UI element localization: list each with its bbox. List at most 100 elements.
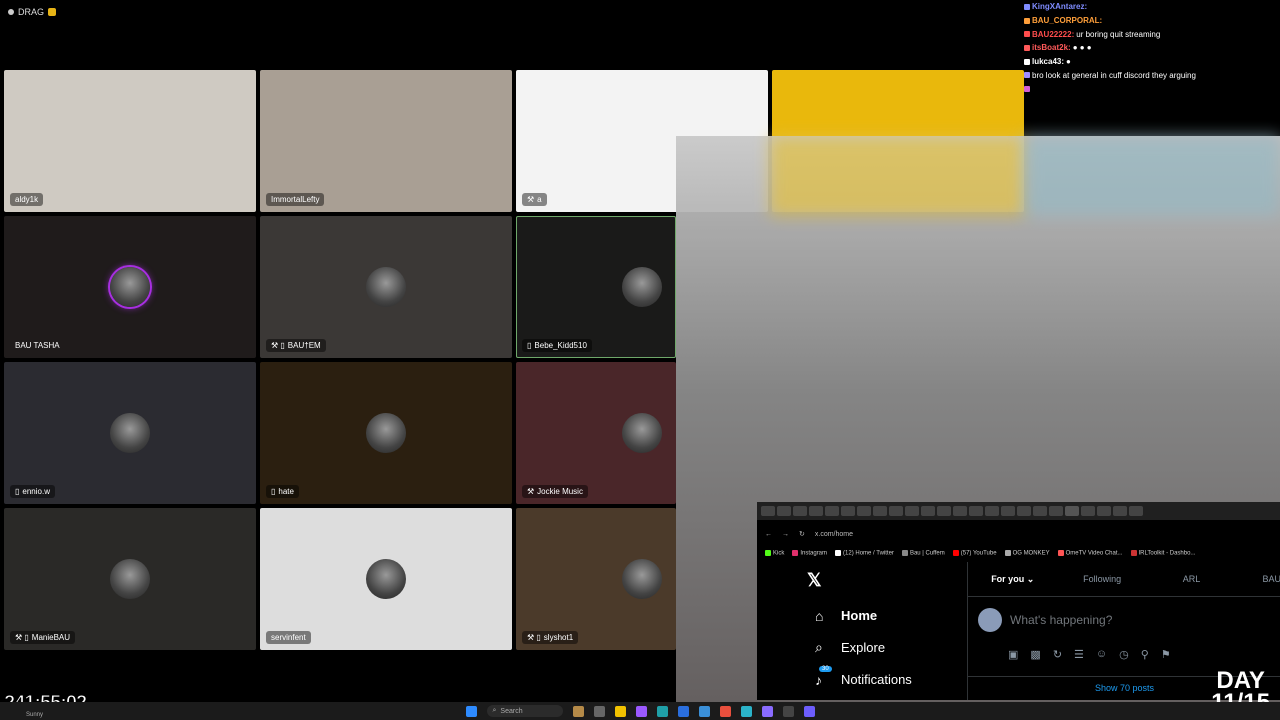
- browser-tab[interactable]: [1017, 506, 1031, 516]
- browser-tab[interactable]: [905, 506, 919, 516]
- tab-arl[interactable]: ARL: [1147, 574, 1236, 584]
- location-icon[interactable]: ⚲: [1141, 648, 1149, 661]
- participant-name: ImmortalLefty: [266, 193, 325, 206]
- weather-text: Sunny: [26, 712, 44, 718]
- browser-tab[interactable]: [1033, 506, 1047, 516]
- top-bar: DRAG: [0, 0, 308, 24]
- bell-icon: ♪: [815, 671, 822, 688]
- browser-tab[interactable]: [857, 506, 871, 516]
- bookmark-item[interactable]: Kick: [765, 549, 784, 556]
- participant-tile[interactable]: ▯ ennio.w: [4, 362, 256, 504]
- bookmark-item[interactable]: OG MONKEY: [1004, 549, 1050, 556]
- schedule-icon[interactable]: ◷: [1119, 648, 1129, 661]
- tab-bau[interactable]: BAU: [1236, 574, 1280, 584]
- nav-notifications[interactable]: ♪ 30 Notifications: [815, 666, 912, 688]
- browser-tab[interactable]: [825, 506, 839, 516]
- forward-icon[interactable]: →: [782, 531, 789, 538]
- app-icon[interactable]: [761, 705, 773, 717]
- browser-tab[interactable]: [953, 506, 967, 516]
- app-icon[interactable]: [698, 705, 710, 717]
- app-icon[interactable]: [572, 705, 584, 717]
- chat-username: itsBoat2k:: [1032, 43, 1071, 53]
- browser-tab[interactable]: [809, 506, 823, 516]
- participant-tile[interactable]: ImmortalLefty: [260, 70, 512, 212]
- browser-tab[interactable]: [1081, 506, 1095, 516]
- participant-tile[interactable]: ▯ hate: [260, 362, 512, 504]
- browser-tab[interactable]: [793, 506, 807, 516]
- participant-name: BAU TASHA: [15, 341, 60, 350]
- reload-icon[interactable]: ↻: [799, 530, 805, 538]
- browser-tab[interactable]: [1065, 506, 1079, 516]
- nav-home[interactable]: ⌂ Home: [815, 608, 877, 624]
- participant-tile[interactable]: ▯ Bebe_Kidd510: [516, 216, 676, 358]
- browser-tab[interactable]: [1097, 506, 1111, 516]
- windows-start-icon[interactable]: [465, 705, 477, 717]
- avatar: [622, 413, 662, 453]
- url-text[interactable]: x.com/home: [815, 531, 853, 538]
- x-logo[interactable]: 𝕏: [807, 570, 822, 591]
- avatar: [110, 413, 150, 453]
- participant-name: ⚒ ▯ BAU†EM: [266, 339, 326, 352]
- chat-username: BAU22222:: [1032, 29, 1075, 39]
- bookmark-item[interactable]: Bau | Cuffem: [901, 549, 945, 556]
- browser-tab[interactable]: [921, 506, 935, 516]
- media-icon[interactable]: [782, 705, 794, 717]
- home-icon: ⌂: [815, 607, 824, 624]
- browser-tab[interactable]: [1049, 506, 1063, 516]
- emoji-icon[interactable]: ☺: [1096, 648, 1107, 661]
- chrome-icon[interactable]: [719, 705, 731, 717]
- tab-following[interactable]: Following: [1057, 574, 1146, 584]
- status-icon: ⚒: [527, 487, 535, 496]
- browser-tab[interactable]: [873, 506, 887, 516]
- participant-name: ⚒ a: [522, 193, 547, 206]
- gif-icon[interactable]: ▩: [1030, 648, 1040, 661]
- edge-icon[interactable]: [656, 705, 668, 717]
- bookmark-item[interactable]: IRLToolkit - Dashbo...: [1130, 549, 1195, 556]
- participant-name: ▯ Bebe_Kidd510: [522, 339, 592, 352]
- browser-tab[interactable]: [841, 506, 855, 516]
- browser-tab[interactable]: [937, 506, 951, 516]
- poll-icon[interactable]: ☰: [1074, 648, 1084, 661]
- browser-tab[interactable]: [969, 506, 983, 516]
- badge-icon: [1024, 17, 1030, 24]
- nav-explore[interactable]: ⌕ Explore: [815, 639, 885, 655]
- participant-tile[interactable]: ⚒ ▯ ManieBAU: [4, 508, 256, 650]
- app-icon[interactable]: [677, 705, 689, 717]
- app-icon[interactable]: [740, 705, 752, 717]
- browser-tab[interactable]: [777, 506, 791, 516]
- bookmark-item[interactable]: (12) Home / Twitter: [835, 549, 894, 556]
- participant-tile[interactable]: aldy1k: [4, 70, 256, 212]
- avatar: [366, 267, 406, 307]
- participant-tile[interactable]: ⚒ ▯ BAU†EM: [260, 216, 512, 358]
- badge-icon: [1024, 3, 1030, 10]
- bookmark-item[interactable]: (57) YouTube: [952, 549, 997, 556]
- browser-tab[interactable]: [889, 506, 903, 516]
- browser-tab[interactable]: [761, 506, 775, 516]
- browser-tab[interactable]: [1129, 506, 1143, 516]
- flag-icon[interactable]: ⚑: [1161, 648, 1171, 661]
- browser-tab[interactable]: [1113, 506, 1127, 516]
- app-icon[interactable]: [593, 705, 605, 717]
- participant-tile[interactable]: ⚒ ▯ slyshot1: [516, 508, 676, 650]
- tab-for-you[interactable]: For you ⌄: [968, 574, 1057, 585]
- chat-text: ●: [1066, 57, 1071, 67]
- bookmark-item[interactable]: OmeTV Video Chat...: [1057, 549, 1123, 556]
- compose-box[interactable]: What's happening?: [978, 608, 1112, 632]
- x-sidebar: 𝕏 ⌂ Home ⌕ Explore ♪ 30 Notifications: [757, 562, 967, 700]
- app-icon[interactable]: [635, 705, 647, 717]
- participant-tile[interactable]: servinfent: [260, 508, 512, 650]
- participant-tile[interactable]: ⚒ Jockie Music: [516, 362, 676, 504]
- folder-icon[interactable]: [614, 705, 626, 717]
- image-icon[interactable]: ▣: [1008, 648, 1018, 661]
- participant-tile[interactable]: BAU TASHA: [4, 216, 256, 358]
- browser-tab[interactable]: [1001, 506, 1015, 516]
- search-box[interactable]: ⌕ Search: [486, 705, 563, 717]
- back-icon[interactable]: ←: [765, 531, 772, 538]
- app-icon[interactable]: [803, 705, 815, 717]
- avatar: [110, 559, 150, 599]
- participant-name: servinfent: [266, 631, 311, 644]
- grok-icon[interactable]: ↻: [1053, 648, 1062, 661]
- browser-tab[interactable]: [985, 506, 999, 516]
- bookmark-item[interactable]: Instagram: [792, 549, 827, 556]
- status-icon: ⚒ ▯: [15, 633, 29, 642]
